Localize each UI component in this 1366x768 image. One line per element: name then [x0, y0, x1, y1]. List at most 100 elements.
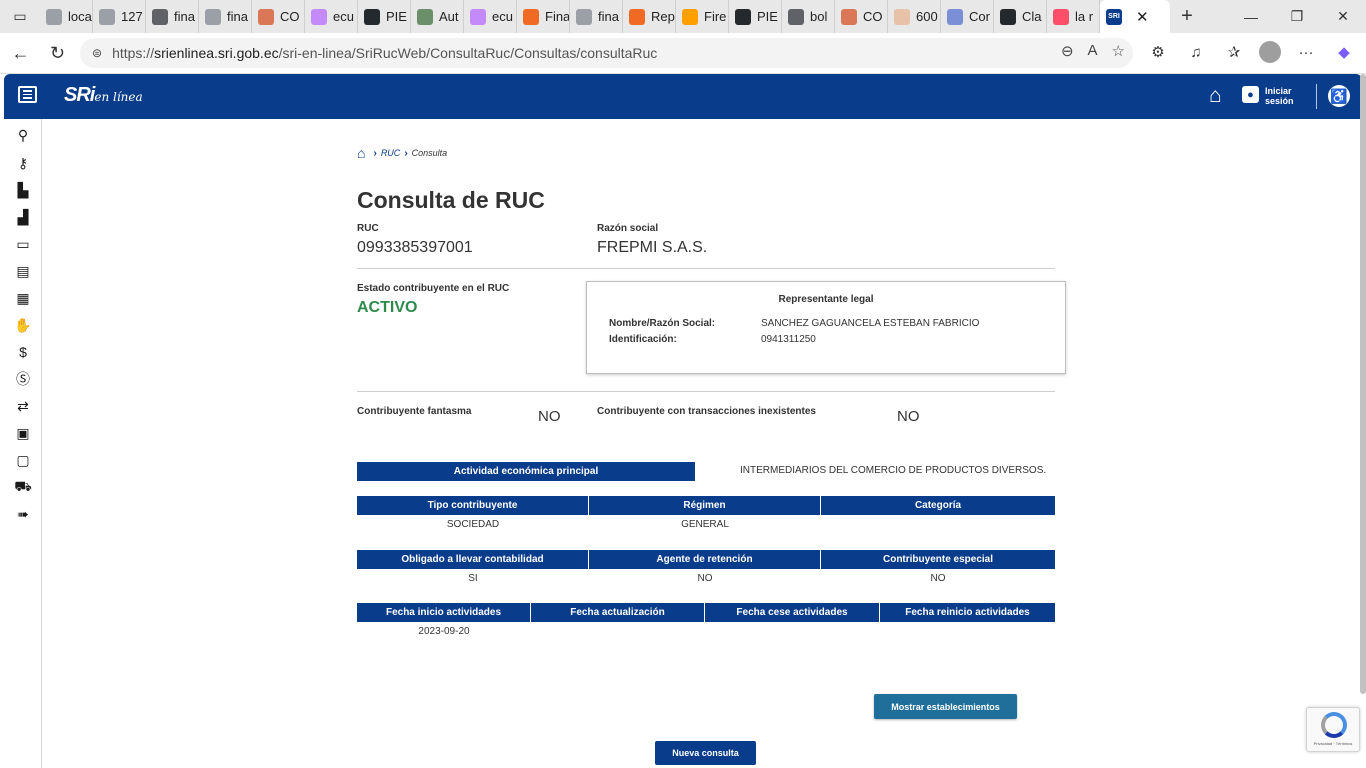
browser-tab[interactable]: bol [782, 0, 835, 33]
browser-tab[interactable]: CO [252, 0, 305, 33]
profile-avatar[interactable] [1259, 41, 1281, 63]
browser-tab[interactable]: CO [835, 0, 888, 33]
receipt-icon[interactable]: ▢ [12, 450, 34, 470]
tab-favicon-icon [894, 8, 910, 25]
browser-tab[interactable]: fina [570, 0, 623, 33]
browser-tab[interactable]: ecu [305, 0, 358, 33]
key-icon[interactable]: ⚷ [12, 153, 34, 173]
new-tab-button[interactable]: + [1170, 0, 1204, 33]
extensions-icon[interactable]: ⚙ [1145, 37, 1171, 67]
browser-tab[interactable]: Fina [517, 0, 570, 33]
browser-tab[interactable]: 127 [93, 0, 146, 33]
tab-favicon-icon [576, 8, 592, 25]
nueva-consulta-button[interactable]: Nueva consulta [655, 741, 756, 765]
tab-actions-icon[interactable]: ▭ [0, 0, 40, 33]
forms-icon[interactable]: ▣ [12, 423, 34, 443]
sri-logo[interactable]: SRien línea [64, 84, 143, 107]
browser-tab[interactable]: PIE [358, 0, 411, 33]
car-icon[interactable]: ⛟ [12, 477, 34, 497]
tab-favicon-icon [205, 8, 221, 25]
tab-favicon-icon [417, 8, 433, 25]
file-icon[interactable]: ▦ [12, 288, 34, 308]
copilot-icon[interactable]: ◆ [1331, 37, 1357, 67]
tab-favicon-icon [152, 8, 168, 25]
recaptcha-badge[interactable]: Privacidad · Términos [1306, 707, 1360, 752]
table-header-cell: Obligado a llevar contabilidad [357, 550, 589, 569]
close-window-icon[interactable]: ✕ [1320, 0, 1366, 33]
address-bar[interactable]: ⊜ https://srienlinea.sri.gob.ec/sri-en-l… [80, 38, 1133, 68]
folder-icon[interactable]: ▭ [12, 234, 34, 254]
browser-tab[interactable]: fina [199, 0, 252, 33]
tab-label: CO [280, 9, 300, 24]
browser-tab[interactable]: ecu [464, 0, 517, 33]
tab-label: fina [227, 9, 248, 24]
table-tipo-contribuyente: Tipo contribuyente Régimen Categoría SOC… [357, 496, 1055, 534]
site-info-icon[interactable]: ⊜ [92, 46, 102, 60]
more-menu-icon[interactable]: ··· [1293, 37, 1319, 67]
table-row: 2023-09-20 [357, 622, 1055, 641]
search-icon[interactable]: ⚲ [12, 125, 34, 145]
back-icon[interactable]: ← [2, 35, 39, 72]
tab-label: PIE [386, 9, 407, 24]
browser-tab[interactable]: 600 [888, 0, 941, 33]
browser-tab[interactable]: Cor [941, 0, 994, 33]
favorite-star-icon[interactable]: ☆ [1112, 42, 1125, 60]
dollar-icon[interactable]: $ [12, 342, 34, 362]
tab-favicon-icon [841, 8, 857, 25]
table-cell: NO [697, 573, 713, 584]
restore-icon[interactable]: ❐ [1274, 0, 1320, 33]
read-aloud-icon[interactable]: A [1088, 42, 1098, 60]
browser-toolbar: ← ↻ ⊜ https://srienlinea.sri.gob.ec/sri-… [0, 33, 1366, 74]
fantasma-value: NO [538, 408, 561, 425]
browser-tab[interactable]: Fire [676, 0, 729, 33]
office-icon[interactable]: ▟ [12, 207, 34, 227]
reload-icon[interactable]: ↻ [39, 35, 76, 72]
tab-label: la r [1075, 9, 1094, 24]
breadcrumb-home-icon[interactable]: ⌂ [357, 145, 365, 161]
divider [357, 391, 1055, 392]
transfer-icon[interactable]: ⇄ [12, 396, 34, 416]
main-content: ⌂ › RUC › Consulta Consulta de RUC RUC 0… [42, 119, 1360, 768]
home-icon[interactable]: ⌂ [1209, 84, 1222, 108]
mostrar-establecimientos-button[interactable]: Mostrar establecimientos [874, 694, 1017, 719]
browser-tab[interactable]: Cla [994, 0, 1047, 33]
accessibility-icon[interactable]: ♿ [1328, 85, 1350, 107]
tab-favicon-icon [735, 8, 751, 25]
tab-active[interactable]: SRI ✕ [1100, 0, 1170, 33]
zoom-icon[interactable]: ⊖ [1061, 42, 1074, 60]
handshake-icon[interactable]: ✋ [12, 315, 34, 335]
browser-tab[interactable]: Rep [623, 0, 676, 33]
table-header-row: Obligado a llevar contabilidad Agente de… [357, 550, 1055, 569]
tab-favicon-icon [470, 8, 486, 25]
document-icon[interactable]: ▤ [12, 261, 34, 281]
table-header-row: Tipo contribuyente Régimen Categoría [357, 496, 1055, 515]
table-header-cell: Contribuyente especial [821, 550, 1055, 569]
recaptcha-terms[interactable]: Privacidad · Términos [1307, 741, 1359, 746]
minimize-icon[interactable]: — [1228, 0, 1274, 33]
tab-label: ecu [333, 9, 354, 24]
media-icon[interactable]: ♫ [1183, 37, 1209, 67]
browser-tab[interactable]: Aut [411, 0, 464, 33]
building-icon[interactable]: ▙ [12, 180, 34, 200]
browser-tab[interactable]: PIE [729, 0, 782, 33]
tab-favicon-icon [629, 8, 645, 25]
tab-favicon-icon [99, 8, 115, 25]
favorites-icon[interactable]: ✰ [1221, 37, 1247, 67]
table-row: SI NO NO [357, 569, 1055, 588]
menu-icon[interactable] [18, 86, 37, 103]
browser-tab[interactable]: la r [1047, 0, 1100, 33]
close-tab-icon[interactable]: ✕ [1136, 8, 1149, 26]
browser-tab[interactable]: loca [40, 0, 93, 33]
user-icon[interactable]: ● [1242, 86, 1259, 103]
browser-tab[interactable]: fina [146, 0, 199, 33]
login-link[interactable]: Iniciar sesión [1265, 86, 1305, 106]
window-controls: — ❐ ✕ [1228, 0, 1366, 33]
breadcrumb-ruc[interactable]: RUC [381, 148, 401, 158]
tab-label: CO [863, 9, 883, 24]
sri-favicon-icon: SRI [1106, 8, 1122, 25]
coin-icon[interactable]: Ⓢ [12, 369, 34, 389]
arrow-right-icon[interactable]: ➠ [12, 504, 34, 524]
razon-social-label: Razón social [597, 223, 659, 234]
ruc-label: RUC [357, 223, 379, 234]
page-scrollbar[interactable] [1360, 74, 1366, 694]
